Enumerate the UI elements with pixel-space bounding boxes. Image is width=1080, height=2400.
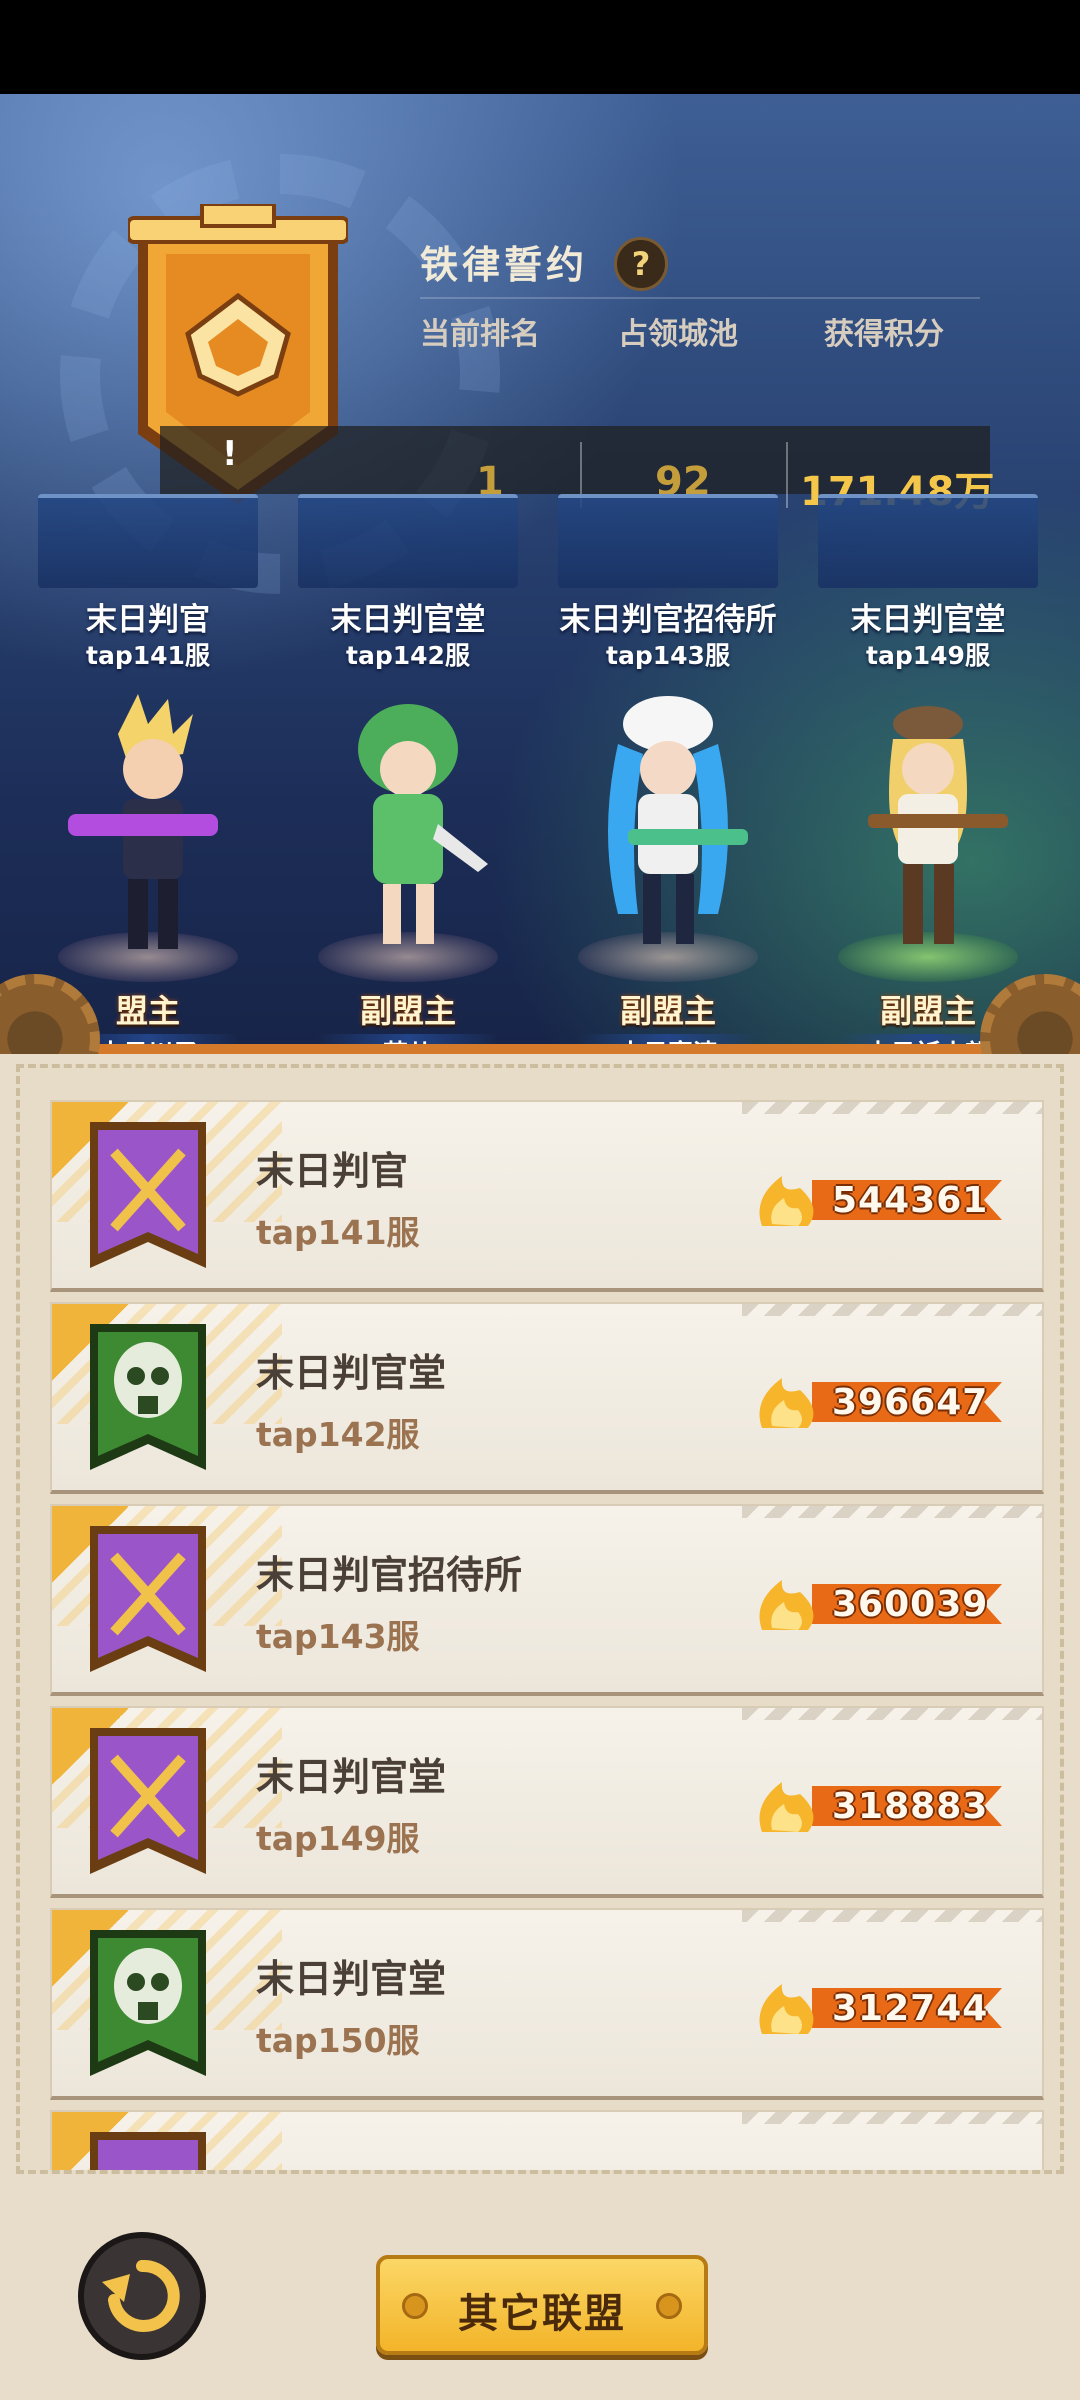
list-item[interactable]: 末日判官招待所 tap143服 360039 [50, 1504, 1044, 1696]
alliance-server: tap150服 [256, 2021, 420, 2060]
alliance-score: 312744 [832, 1988, 989, 2029]
member-server: tap149服 [866, 641, 990, 670]
member-banner [298, 494, 518, 588]
green-gasmask-emblem-icon [90, 1930, 206, 2076]
character-avatar-icon [68, 694, 218, 949]
member-card[interactable]: 末日判官 tap141服 盟主 末日川子 [28, 494, 268, 1054]
row-stripe-decor [742, 1304, 1042, 1316]
alliance-name: 末日判官堂 [256, 1351, 447, 1395]
member-guild-name: 末日判官 [86, 602, 210, 638]
status-bar [0, 0, 1080, 94]
purple-crossed-guns-emblem-icon [90, 2132, 206, 2170]
row-stripe-decor [742, 1910, 1042, 1922]
row-stripe-decor [742, 2112, 1042, 2124]
occupied-cities-label: 占领城池 [618, 317, 738, 352]
other-alliances-label: 其它联盟 [458, 2291, 626, 2337]
list-item[interactable]: 末日判官 tap141服 544361 [50, 1100, 1044, 1292]
alliance-name: 末日判官招待所 [256, 1553, 523, 1597]
toast-text: ! [222, 434, 238, 474]
alliance-name: 末日判官堂 [256, 1957, 447, 2001]
member-card[interactable]: 末日判官堂 tap142服 副盟主 芸儿 [288, 494, 528, 1054]
alliance-title: 铁律誓约 [420, 243, 589, 287]
alliance-hero-banner: 铁律誓约 ? 当前排名 占领城池 获得积分 ! 1 92 171.48万 末日判… [0, 94, 1080, 1054]
member-server: tap141服 [86, 641, 210, 670]
member-card[interactable]: 末日判官招待所 tap143服 副盟主 末日寒清 [548, 494, 788, 1054]
button-bolt-icon [656, 2293, 682, 2319]
character-avatar-icon [608, 696, 748, 944]
help-button[interactable]: ? [614, 237, 668, 291]
earned-points-label: 获得积分 [824, 317, 944, 352]
list-item[interactable]: 末日判官堂 tap150服 312744 [50, 1908, 1044, 2100]
back-button[interactable] [78, 2232, 206, 2360]
alliance-score: 544361 [832, 1180, 989, 1221]
green-gasmask-emblem-icon [90, 1324, 206, 1470]
alliance-server: tap143服 [256, 1617, 420, 1656]
row-stripe-decor [742, 1102, 1042, 1114]
member-role: 副盟主 [359, 992, 456, 1030]
member-banner [38, 494, 258, 588]
list-item[interactable]: 末日判官堂 tap149服 318883 [50, 1706, 1044, 1898]
member-guild-name: 末日判官堂 [850, 602, 1006, 638]
other-alliances-button[interactable]: 其它联盟 [376, 2255, 708, 2355]
member-banner [818, 494, 1038, 588]
alliance-score: 396647 [832, 1382, 989, 1423]
alliance-server: tap149服 [256, 1819, 420, 1858]
list-item[interactable] [50, 2110, 1044, 2170]
member-banner [558, 494, 778, 588]
member-guild-name: 末日判官招待所 [559, 602, 777, 638]
purple-crossed-guns-emblem-icon [90, 1122, 206, 1268]
row-stripe-decor [742, 1506, 1042, 1518]
character-avatar-icon [868, 706, 1008, 944]
stats-divider [420, 297, 980, 299]
alliance-name: 末日判官 [256, 1149, 409, 1193]
alliance-name: 末日判官堂 [256, 1755, 447, 1799]
row-stripe-decor [742, 1708, 1042, 1720]
alliance-score: 318883 [832, 1786, 989, 1827]
alliance-server: tap141服 [256, 1213, 420, 1252]
undo-arrow-icon [102, 2259, 180, 2332]
alliance-score: 360039 [832, 1584, 989, 1625]
alliance-ranking-list[interactable]: 末日判官 tap141服 544361 末日判官堂 tap142服 396647 [16, 1064, 1064, 2174]
current-rank-label: 当前排名 [420, 317, 540, 352]
member-guild-name: 末日判官堂 [330, 602, 486, 638]
purple-crossed-guns-emblem-icon [90, 1526, 206, 1672]
member-card[interactable]: 末日判官堂 tap149服 副盟主 末日祈小望 [808, 494, 1048, 1054]
character-avatar-icon [358, 704, 488, 944]
member-server: tap142服 [346, 641, 470, 670]
purple-crossed-guns-emblem-icon [90, 1728, 206, 1874]
list-item[interactable]: 末日判官堂 tap142服 396647 [50, 1302, 1044, 1494]
member-server: tap143服 [606, 641, 730, 670]
hero-bottom-border [0, 1044, 1080, 1054]
member-role: 副盟主 [619, 992, 716, 1030]
alliance-server: tap142服 [256, 1415, 420, 1454]
